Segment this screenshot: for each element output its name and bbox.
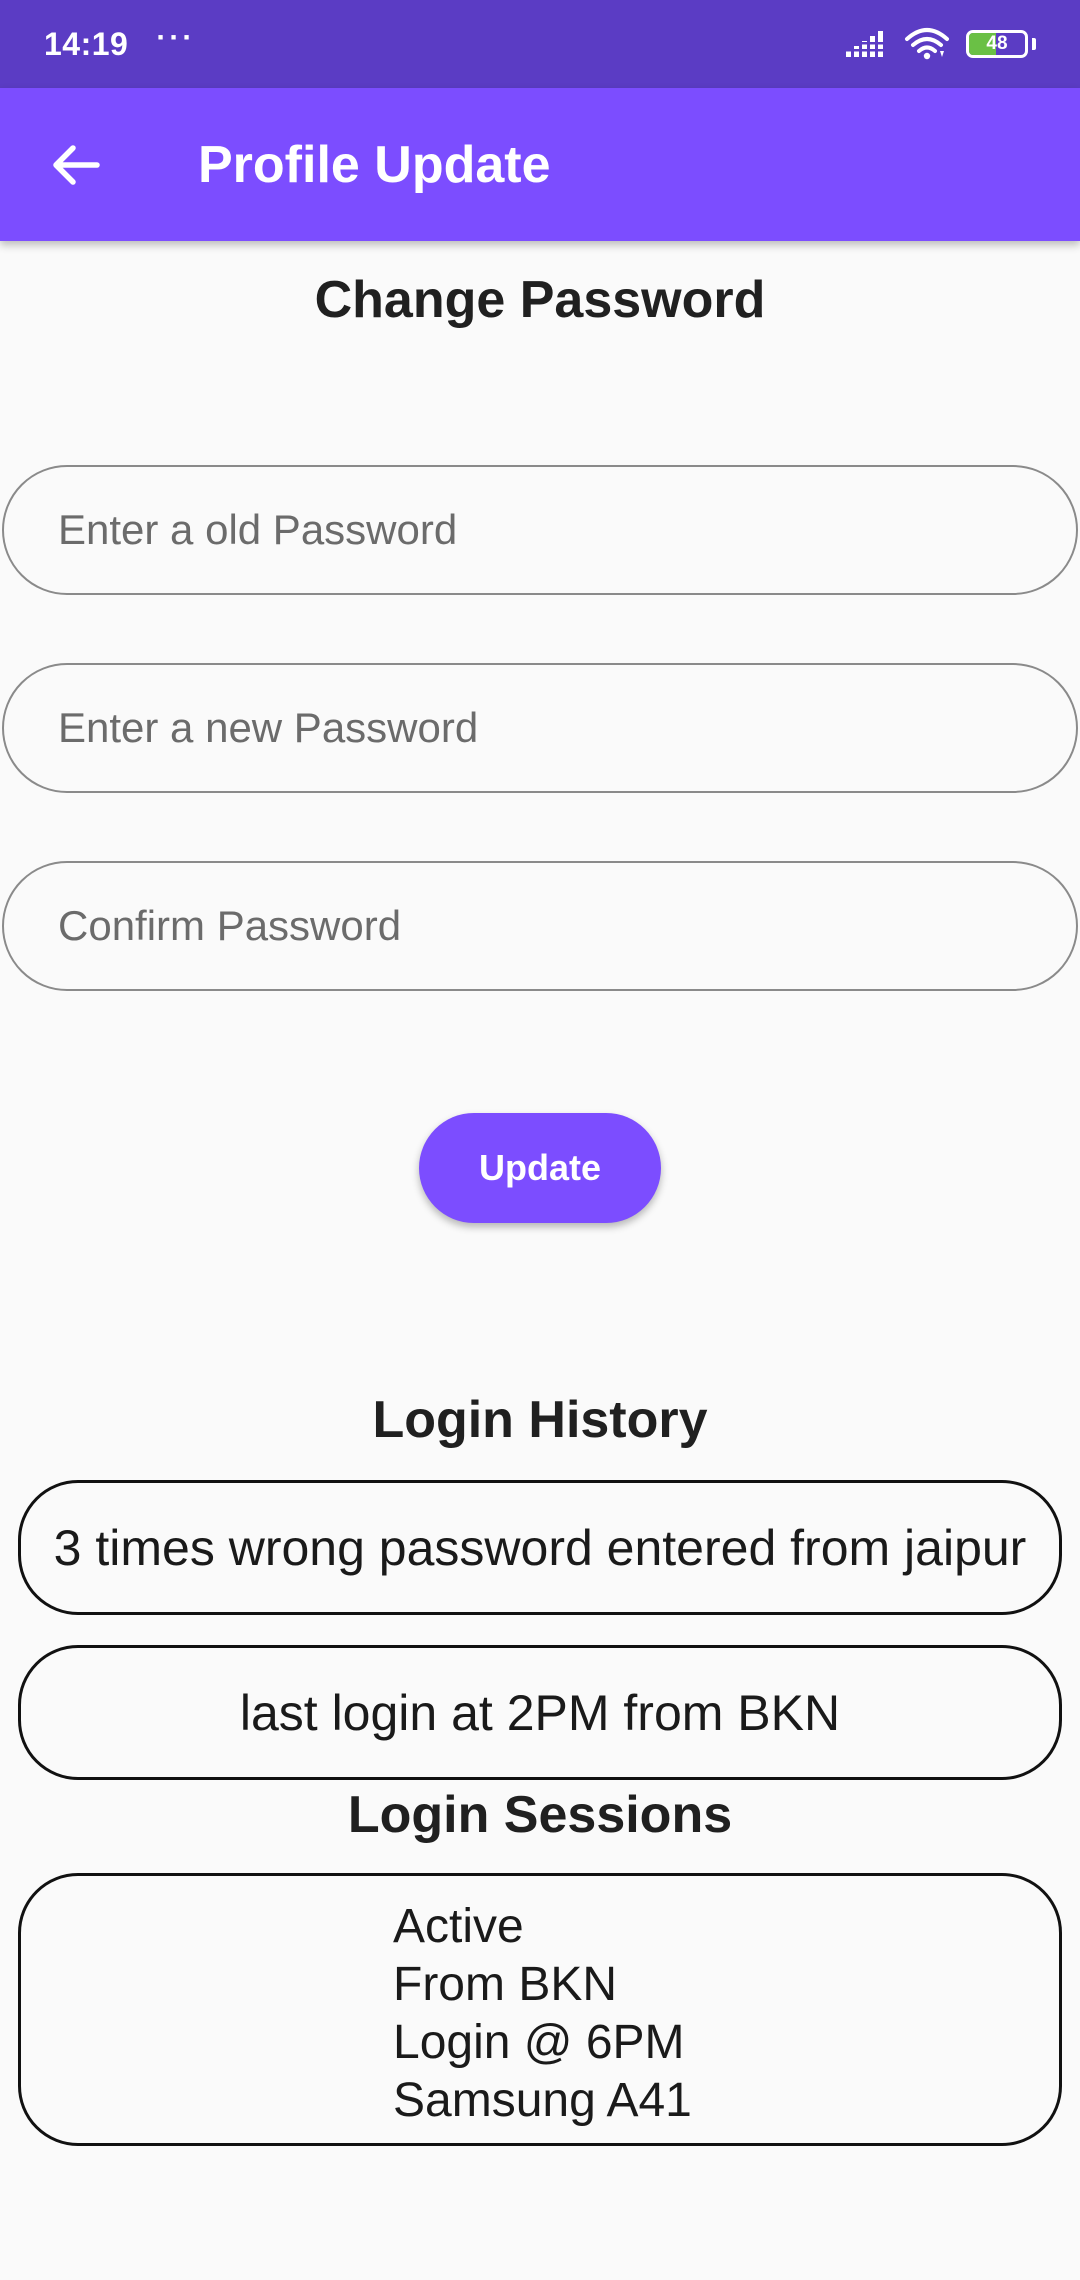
login-history-item: 3 times wrong password entered from jaip… [18,1480,1062,1615]
status-icons: 48 [844,0,1036,88]
battery-level: 48 [986,33,1008,54]
battery-icon: 48 [966,30,1028,58]
session-status: Active [393,1900,524,1953]
old-password-input[interactable] [2,465,1078,595]
session-device: Samsung A41 [393,2074,692,2127]
page-title: Profile Update [198,135,551,194]
app-bar: Profile Update [0,88,1080,241]
login-sessions-heading: Login Sessions [347,1786,733,1844]
status-bar: 14:19 ··· 48 [0,0,1080,88]
confirm-password-input[interactable] [2,861,1078,991]
session-card: Active From BKN Login @ 6PM Samsung A41 [18,1873,1062,2146]
new-password-input[interactable] [2,663,1078,793]
change-password-heading: Change Password [314,271,766,329]
login-history-heading: Login History [372,1391,708,1449]
back-button[interactable] [44,133,108,197]
update-button[interactable]: Update [419,1113,661,1223]
battery-cap [1032,38,1036,50]
login-history-item: last login at 2PM from BKN [18,1645,1062,1780]
notification-dots-icon: ··· [156,21,196,54]
session-location: From BKN [393,1958,618,2011]
status-time: 14:19 [44,25,129,62]
signal-icon [844,31,888,57]
session-details: Active From BKN Login @ 6PM Samsung A41 [393,1898,692,2130]
session-login-time: Login @ 6PM [393,2016,685,2069]
wifi-icon [905,28,949,60]
arrow-left-icon [53,144,100,185]
